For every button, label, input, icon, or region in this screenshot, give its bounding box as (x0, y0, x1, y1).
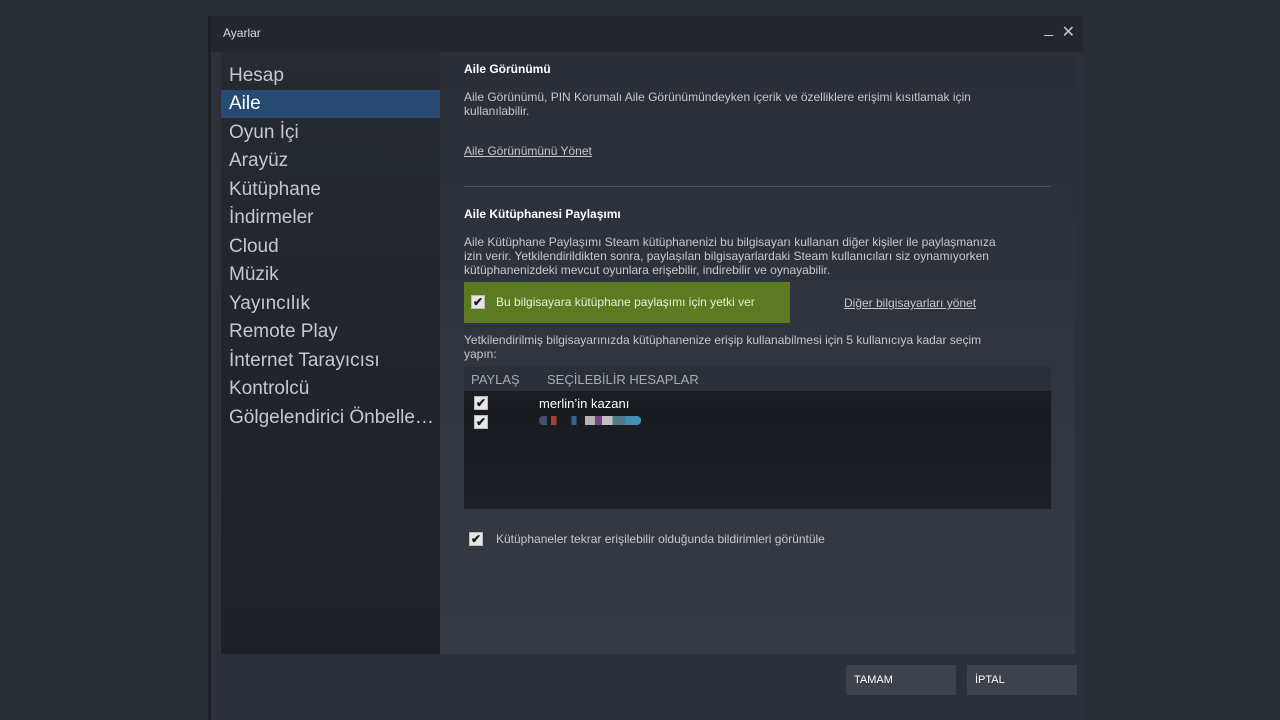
authorize-checkbox[interactable]: ✔ (471, 295, 485, 309)
notify-label: Kütüphaneler tekrar erişilebilir olduğun… (496, 532, 825, 546)
sidebar-item-cloud[interactable]: Cloud (221, 233, 440, 261)
table-header: PAYLAŞ SEÇİLEBİLİR HESAPLAR (464, 367, 1051, 391)
sidebar-item-remote-play[interactable]: Remote Play (221, 318, 440, 346)
window-title: Ayarlar (223, 26, 261, 40)
ok-button[interactable]: TAMAM (846, 665, 956, 695)
notify-checkbox[interactable]: ✔ (469, 532, 483, 546)
library-sharing-description-1: Aile Kütüphane Paylaşımı Steam kütüphane… (464, 235, 996, 249)
account-name-row-1: merlin’in kazanı (539, 396, 630, 411)
family-view-description-2: kullanılabilir. (464, 104, 530, 118)
minimize-icon[interactable]: _ (1044, 20, 1053, 38)
share-checkbox-row-2[interactable]: ✔ (474, 415, 488, 429)
obscured-account-name (539, 416, 641, 425)
column-share: PAYLAŞ (471, 372, 520, 387)
sidebar-item-broadcasting[interactable]: Yayıncılık (221, 290, 440, 318)
select-users-text-1: Yetkilendirilmiş bilgisayarınızda kütüph… (464, 333, 982, 347)
authorize-label: Bu bilgisayara kütüphane paylaşımı için … (496, 295, 755, 309)
sidebar-item-controller[interactable]: Kontrolcü (221, 375, 440, 403)
sidebar-item-in-game[interactable]: Oyun İçi (221, 119, 440, 147)
family-settings-panel: Aile Görünümü Aile Görünümü, PIN Korumal… (440, 52, 1075, 654)
share-checkbox-row-1[interactable]: ✔ (474, 396, 488, 410)
sidebar-item-downloads[interactable]: İndirmeler (221, 204, 440, 232)
column-eligible-accounts: SEÇİLEBİLİR HESAPLAR (547, 372, 699, 387)
title-bar[interactable]: Ayarlar _ ✕ (211, 16, 1083, 52)
sidebar-item-music[interactable]: Müzik (221, 261, 440, 289)
settings-window: Ayarlar _ ✕ Hesap Aile Oyun İçi Arayüz K… (208, 16, 1083, 720)
sidebar-item-library[interactable]: Kütüphane (221, 176, 440, 204)
sidebar-item-family[interactable]: Aile (221, 90, 440, 118)
manage-other-computers-link[interactable]: Diğer bilgisayarları yönet (844, 296, 976, 310)
family-view-description-1: Aile Görünümü, PIN Korumalı Aile Görünüm… (464, 90, 971, 104)
manage-family-view-link[interactable]: Aile Görünümünü Yönet (464, 144, 592, 158)
library-sharing-description-3: kütüphanenizdeki mevcut oyunlara erişebi… (464, 263, 831, 277)
sidebar-item-account[interactable]: Hesap (221, 62, 440, 90)
cancel-button[interactable]: İPTAL (967, 665, 1077, 695)
section-divider (464, 186, 1051, 187)
sidebar-item-web-browser[interactable]: İnternet Tarayıcısı (221, 347, 440, 375)
settings-sidebar: Hesap Aile Oyun İçi Arayüz Kütüphane İnd… (221, 52, 440, 654)
close-icon[interactable]: ✕ (1062, 22, 1075, 42)
library-sharing-heading: Aile Kütüphanesi Paylaşımı (464, 207, 621, 221)
eligible-accounts-table: PAYLAŞ SEÇİLEBİLİR HESAPLAR ✔ merlin’in … (464, 367, 1051, 509)
authorize-computer-row[interactable]: ✔ Bu bilgisayara kütüphane paylaşımı içi… (464, 282, 790, 323)
library-sharing-description-2: izin verir. Yetkilendirildikten sonra, p… (464, 249, 989, 263)
select-users-text-2: yapın: (464, 347, 497, 361)
sidebar-item-shader-cache[interactable]: Gölgelendirici Önbellek... (221, 404, 440, 432)
family-view-heading: Aile Görünümü (464, 62, 551, 76)
sidebar-item-interface[interactable]: Arayüz (221, 147, 440, 175)
